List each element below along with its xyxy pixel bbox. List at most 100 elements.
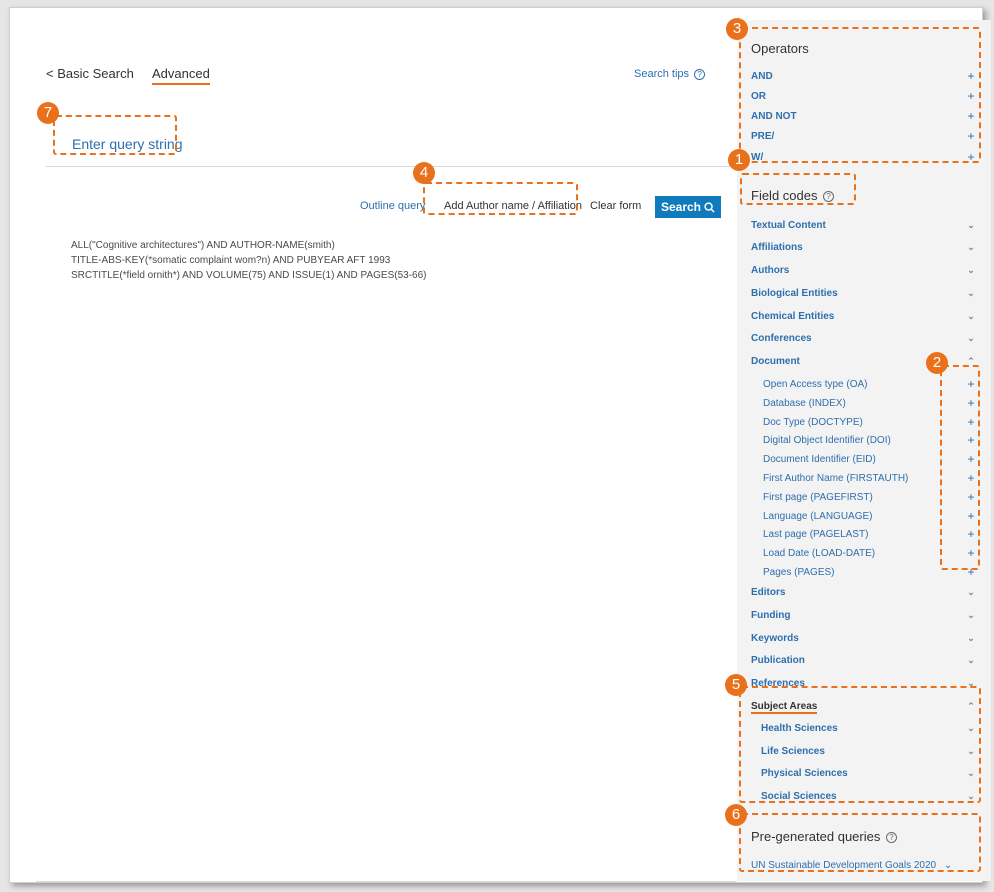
pregenerated-item: UN Sustainable Development Goals 2020 <box>751 859 937 871</box>
callout-badge: 2 <box>926 352 948 374</box>
add-author-link[interactable]: Add Author name / Affiliation <box>444 200 582 212</box>
tab-advanced[interactable]: Advanced <box>152 66 210 85</box>
field-code-item[interactable]: Language (LANGUAGE) + <box>763 507 977 525</box>
field-category[interactable]: Textual Content ⌄ <box>751 216 977 234</box>
chevron-down-icon: ⌄ <box>967 632 975 643</box>
search-tips-link[interactable]: Search tips ? <box>634 68 706 80</box>
plus-icon[interactable]: + <box>965 546 977 560</box>
field-code-label: First page (PAGEFIRST) <box>763 491 873 503</box>
operator-label: AND <box>751 70 773 82</box>
field-code-item[interactable]: Pages (PAGES) + <box>763 563 977 581</box>
chevron-down-icon: ⌄ <box>967 332 975 343</box>
outline-query-link[interactable]: Outline query <box>360 200 425 212</box>
query-textarea[interactable]: ALL("Cognitive architectures") AND AUTHO… <box>71 238 426 283</box>
plus-icon[interactable]: + <box>965 415 977 429</box>
subject-areas-toggle[interactable]: Subject Areas ⌃ <box>751 697 977 715</box>
clear-form-link[interactable]: Clear form <box>590 200 641 212</box>
sidebar: Operators AND + OR + AND NOT + PRE/ + W/ + Fi… <box>737 20 991 881</box>
operator-label: PRE/ <box>751 130 775 142</box>
field-category[interactable]: Conferences ⌄ <box>751 329 977 347</box>
subject-area-item[interactable]: Life Sciences ⌄ <box>761 742 977 760</box>
chevron-down-icon: ⌄ <box>967 219 975 230</box>
category-label: Funding <box>751 609 791 621</box>
chevron-down-icon: ⌄ <box>967 609 975 620</box>
plus-icon[interactable]: + <box>965 396 977 410</box>
field-category[interactable]: Keywords ⌄ <box>751 629 977 647</box>
field-code-item[interactable]: Digital Object Identifier (DOI) + <box>763 431 977 449</box>
plus-icon[interactable]: + <box>965 565 977 579</box>
plus-icon[interactable]: + <box>965 490 977 504</box>
category-label: Publication <box>751 654 805 666</box>
field-category[interactable]: Authors ⌄ <box>751 261 977 279</box>
plus-icon[interactable]: + <box>965 109 977 123</box>
operator-or[interactable]: OR + <box>751 87 977 105</box>
callout-badge: 3 <box>726 18 748 40</box>
subject-area-item[interactable]: Social Sciences ⌄ <box>761 787 977 805</box>
plus-icon[interactable]: + <box>965 69 977 83</box>
callout-badge: 4 <box>413 162 435 184</box>
pregenerated-dropdown[interactable]: UN Sustainable Development Goals 2020 ⌄ <box>751 856 977 874</box>
field-code-label: First Author Name (FIRSTAUTH) <box>763 472 909 484</box>
chevron-down-icon: ⌄ <box>967 722 975 733</box>
help-icon: ? <box>694 68 706 80</box>
field-code-item[interactable]: Load Date (LOAD-DATE) + <box>763 544 977 562</box>
search-icon <box>704 201 715 213</box>
field-code-item[interactable]: Document Identifier (EID) + <box>763 450 977 468</box>
subject-area-item[interactable]: Health Sciences ⌄ <box>761 719 977 737</box>
chevron-up-icon: ⌃ <box>967 700 975 711</box>
field-codes-label: Field codes <box>751 188 818 203</box>
field-code-label: Open Access type (OA) <box>763 378 868 390</box>
field-category[interactable]: References ⌄ <box>751 674 977 692</box>
plus-icon[interactable]: + <box>965 377 977 391</box>
callout-badge: 5 <box>725 674 747 696</box>
chevron-down-icon: ⌄ <box>967 310 975 321</box>
plus-icon[interactable]: + <box>965 452 977 466</box>
operator-w[interactable]: W/ + <box>751 148 977 166</box>
plus-icon[interactable]: + <box>965 150 977 164</box>
category-label: Editors <box>751 586 786 598</box>
field-category[interactable]: Chemical Entities ⌄ <box>751 307 977 325</box>
plus-icon[interactable]: + <box>965 89 977 103</box>
query-heading: Enter query string <box>72 136 183 152</box>
plus-icon[interactable]: + <box>965 129 977 143</box>
search-tips-label: Search tips <box>634 68 690 80</box>
operator-and-not[interactable]: AND NOT + <box>751 107 977 125</box>
basic-search-link[interactable]: < Basic Search <box>46 66 134 81</box>
callout-badge: 1 <box>728 149 750 171</box>
operator-pre[interactable]: PRE/ + <box>751 127 977 145</box>
field-code-item[interactable]: Doc Type (DOCTYPE) + <box>763 413 977 431</box>
field-category[interactable]: Publication ⌄ <box>751 651 977 669</box>
query-line: SRCTITLE(*field ornith*) AND VOLUME(75) … <box>71 270 427 281</box>
plus-icon[interactable]: + <box>965 471 977 485</box>
subject-area-item[interactable]: Physical Sciences ⌄ <box>761 764 977 782</box>
field-code-item[interactable]: First Author Name (FIRSTAUTH) + <box>763 469 977 487</box>
field-codes-title: Field codes ? <box>751 188 835 203</box>
callout-badge: 7 <box>37 102 59 124</box>
search-button[interactable]: Search <box>655 196 721 218</box>
pregenerated-title: Pre-generated queries ? <box>751 829 897 844</box>
category-label: Textual Content <box>751 219 826 231</box>
help-icon[interactable]: ? <box>823 191 835 203</box>
chevron-down-icon: ⌄ <box>967 241 975 252</box>
plus-icon[interactable]: + <box>965 509 977 523</box>
field-category[interactable]: Biological Entities ⌄ <box>751 284 977 302</box>
help-icon[interactable]: ? <box>885 832 897 844</box>
field-code-item[interactable]: First page (PAGEFIRST) + <box>763 488 977 506</box>
field-code-item[interactable]: Open Access type (OA) + <box>763 375 977 393</box>
operator-and[interactable]: AND + <box>751 67 977 85</box>
field-code-label: Language (LANGUAGE) <box>763 510 873 522</box>
chevron-down-icon: ⌄ <box>967 745 975 756</box>
field-category[interactable]: Editors ⌄ <box>751 583 977 601</box>
category-label: Biological Entities <box>751 287 838 299</box>
divider <box>46 166 736 167</box>
field-code-label: Doc Type (DOCTYPE) <box>763 416 863 428</box>
category-label: Conferences <box>751 332 812 344</box>
plus-icon[interactable]: + <box>965 527 977 541</box>
plus-icon[interactable]: + <box>965 433 977 447</box>
field-category[interactable]: Funding ⌄ <box>751 606 977 624</box>
chevron-up-icon: ⌃ <box>967 355 975 366</box>
field-category[interactable]: Affiliations ⌄ <box>751 238 977 256</box>
field-code-item[interactable]: Last page (PAGELAST) + <box>763 525 977 543</box>
callout-badge: 6 <box>725 804 747 826</box>
field-code-item[interactable]: Database (INDEX) + <box>763 394 977 412</box>
